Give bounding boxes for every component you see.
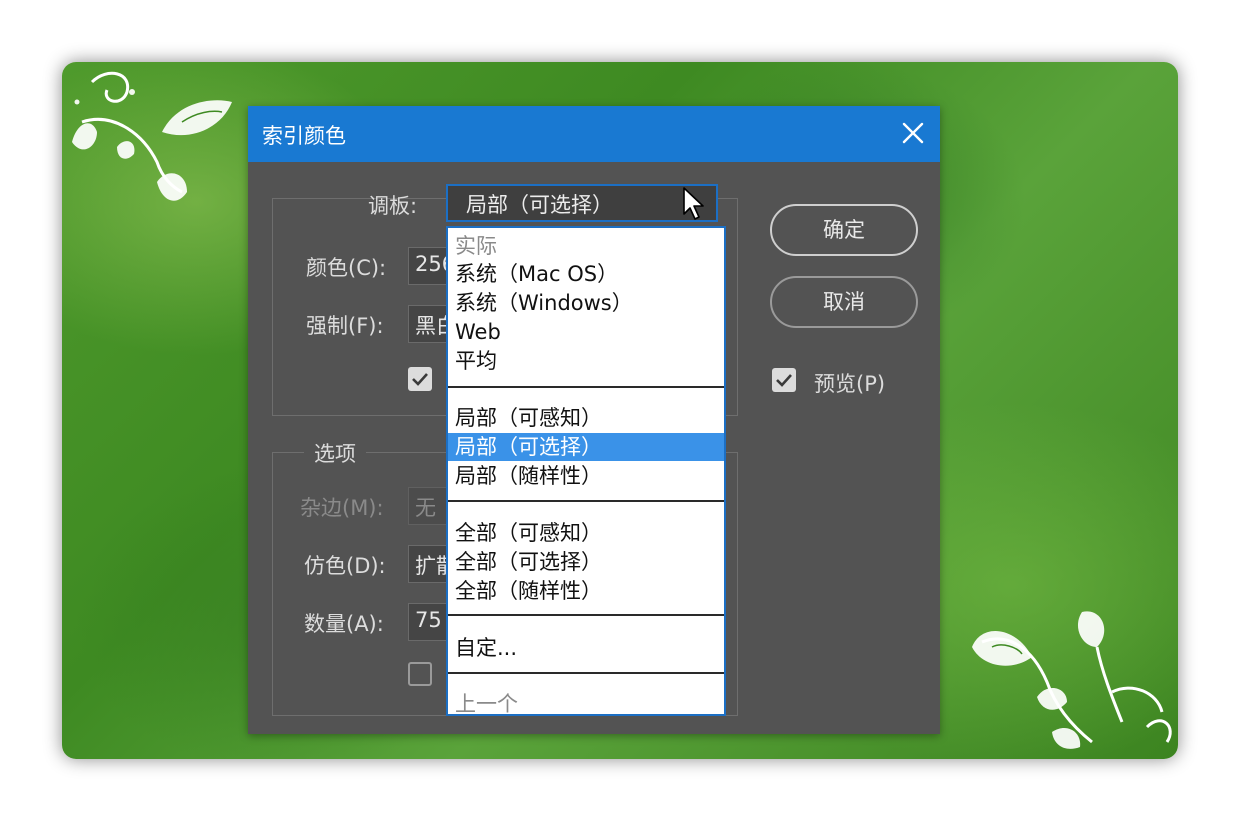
dialog-title: 索引颜色 <box>262 124 346 148</box>
option-system-windows[interactable]: 系统（Windows） <box>448 289 724 317</box>
preview-checkbox[interactable] <box>772 368 796 392</box>
close-icon[interactable] <box>898 118 928 148</box>
dialog-titlebar[interactable]: 索引颜色 <box>248 106 940 162</box>
option-uniform[interactable]: 平均 <box>448 347 724 375</box>
option-actual: 实际 <box>455 234 497 258</box>
option-local-perceptual[interactable]: 局部（可感知） <box>448 404 724 432</box>
check-icon <box>412 373 428 386</box>
separator <box>448 672 724 674</box>
options-group-title: 选项 <box>304 438 366 468</box>
forced-label: 强制(F): <box>306 314 384 338</box>
option-system-mac[interactable]: 系统（Mac OS） <box>448 260 724 288</box>
colors-label: 颜色(C): <box>306 256 387 280</box>
option-custom[interactable]: 自定... <box>448 634 724 662</box>
leaf-ornament-top-left <box>72 71 232 201</box>
separator <box>448 500 724 502</box>
palette-dropdown-list: 实际 系统（Mac OS） 系统（Windows） Web 平均 局部（可感知）… <box>446 226 726 716</box>
option-master-selective[interactable]: 全部（可选择） <box>448 548 724 576</box>
palette-select-value: 局部（可选择） <box>466 193 613 217</box>
preserve-exact-colors-checkbox[interactable] <box>408 662 432 686</box>
option-previous: 上一个 <box>455 692 518 716</box>
separator <box>448 614 724 616</box>
mouse-cursor-icon <box>683 187 704 220</box>
transparency-checkbox[interactable] <box>408 367 432 391</box>
cancel-button[interactable]: 取消 <box>770 276 918 328</box>
option-web[interactable]: Web <box>448 318 724 346</box>
option-local-adaptive[interactable]: 局部（随样性） <box>448 462 724 490</box>
leaf-ornament-bottom-right <box>972 611 1172 749</box>
preview-label: 预览(P) <box>814 372 886 396</box>
indexed-color-dialog: 索引颜色 调板: 局部（可选择） 颜色(C): 256 强制(F): 黑白 选项… <box>248 106 940 734</box>
ok-button[interactable]: 确定 <box>770 204 918 256</box>
matte-label: 杂边(M): <box>300 496 384 520</box>
option-local-selective[interactable]: 局部（可选择） <box>448 433 724 461</box>
option-master-perceptual[interactable]: 全部（可感知） <box>448 519 724 547</box>
check-icon <box>776 374 792 387</box>
dither-label: 仿色(D): <box>304 554 386 578</box>
palette-select[interactable]: 局部（可选择） <box>446 184 718 222</box>
amount-label: 数量(A): <box>304 612 384 636</box>
option-master-adaptive[interactable]: 全部（随样性） <box>448 577 724 605</box>
separator <box>448 386 724 388</box>
palette-label: 调板: <box>368 194 418 218</box>
